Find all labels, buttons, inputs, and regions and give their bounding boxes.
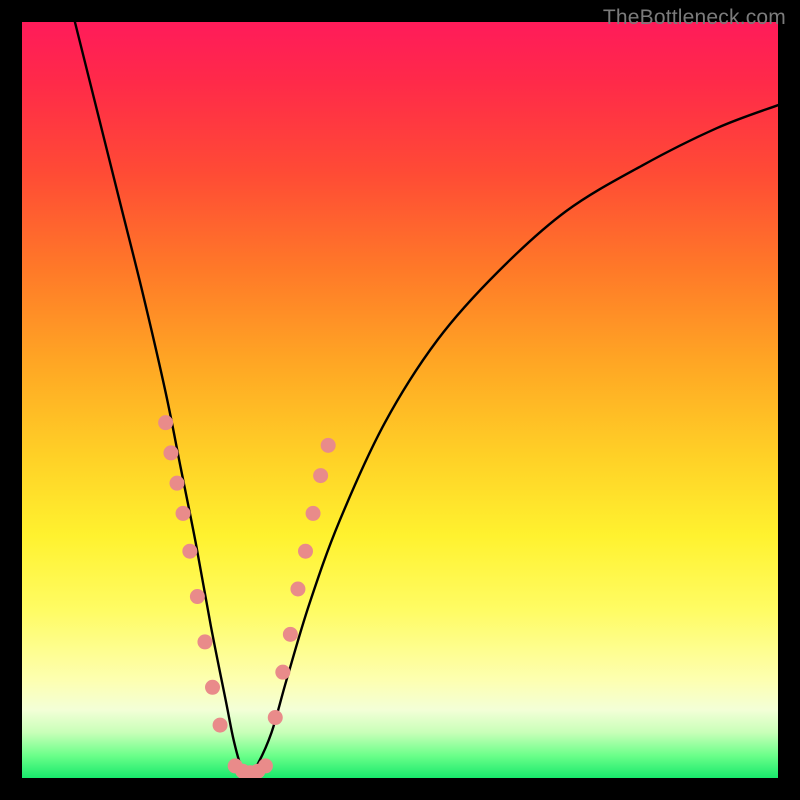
curve-marker [205,680,220,695]
curve-marker [298,544,313,559]
curve-marker [158,415,173,430]
bottleneck-curve [75,22,778,774]
curve-marker [290,582,305,597]
curve-marker [283,627,298,642]
watermark-text: TheBottleneck.com [603,6,786,30]
curve-marker [258,758,273,773]
curve-marker [275,665,290,680]
chart-svg [22,22,778,778]
curve-marker [321,438,336,453]
curve-marker [190,589,205,604]
curve-marker [268,710,283,725]
curve-markers [158,415,336,778]
curve-marker [182,544,197,559]
curve-marker [169,476,184,491]
curve-marker [313,468,328,483]
curve-marker [306,506,321,521]
curve-marker [163,445,178,460]
curve-marker [197,634,212,649]
curve-marker [213,718,228,733]
curve-marker [176,506,191,521]
chart-frame [22,22,778,778]
